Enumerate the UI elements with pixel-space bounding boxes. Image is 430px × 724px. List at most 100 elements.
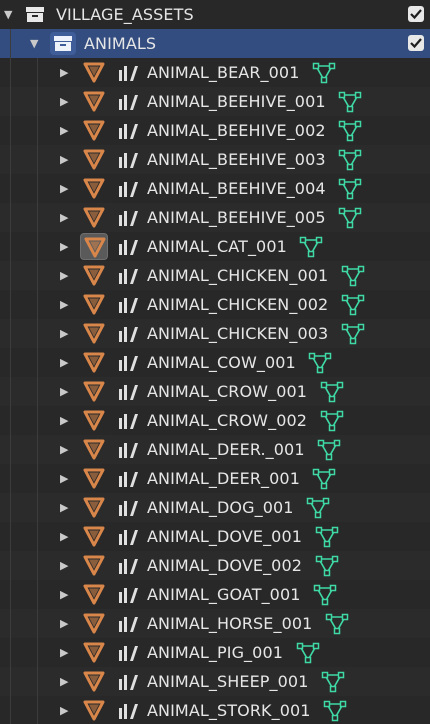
- disclosure-triangle-right-icon[interactable]: ▶: [60, 551, 68, 580]
- modifier-wrench-icon[interactable]: [118, 324, 140, 344]
- disclosure-triangle-right-icon[interactable]: ▶: [60, 493, 68, 522]
- mesh-object-icon[interactable]: [81, 495, 107, 520]
- mesh-data-icon[interactable]: [306, 497, 330, 519]
- disclosure-triangle-right-icon[interactable]: ▶: [60, 203, 68, 232]
- disclosure-triangle-right-icon[interactable]: ▶: [60, 667, 68, 696]
- modifier-wrench-icon[interactable]: [118, 701, 140, 721]
- disclosure-triangle-right-icon[interactable]: ▶: [60, 580, 68, 609]
- mesh-object-icon[interactable]: [81, 611, 107, 636]
- mesh-object-icon[interactable]: [81, 176, 107, 201]
- disclosure-triangle-right-icon[interactable]: ▶: [60, 290, 68, 319]
- modifier-wrench-icon[interactable]: [118, 92, 140, 112]
- mesh-object-icon[interactable]: [81, 669, 107, 694]
- disclosure-triangle-right-icon[interactable]: ▶: [60, 87, 68, 116]
- modifier-wrench-icon[interactable]: [118, 411, 140, 431]
- disclosure-triangle-right-icon[interactable]: ▶: [60, 435, 68, 464]
- modifier-wrench-icon[interactable]: [118, 295, 140, 315]
- object-row[interactable]: ▶ ANIMAL_DOVE_001: [0, 522, 430, 551]
- disclosure-triangle-right-icon[interactable]: ▶: [60, 348, 68, 377]
- object-row[interactable]: ▶ ANIMAL_DEER_001: [0, 464, 430, 493]
- object-row[interactable]: ▶ ANIMAL_BEEHIVE_004: [0, 174, 430, 203]
- mesh-data-icon[interactable]: [338, 149, 362, 171]
- object-row[interactable]: ▶ ANIMAL_BEAR_001: [0, 58, 430, 87]
- modifier-wrench-icon[interactable]: [118, 150, 140, 170]
- mesh-object-icon[interactable]: [81, 466, 107, 491]
- object-row[interactable]: ▶ ANIMAL_CROW_001: [0, 377, 430, 406]
- modifier-wrench-icon[interactable]: [118, 440, 140, 460]
- disclosure-triangle-right-icon[interactable]: ▶: [60, 174, 68, 203]
- mesh-data-icon[interactable]: [313, 584, 337, 606]
- modifier-wrench-icon[interactable]: [118, 527, 140, 547]
- collection-row-animals[interactable]: ▼ ANIMALS: [0, 29, 430, 58]
- disclosure-triangle-right-icon[interactable]: ▶: [60, 261, 68, 290]
- mesh-data-icon[interactable]: [312, 468, 336, 490]
- mesh-data-icon[interactable]: [299, 236, 323, 258]
- mesh-data-icon[interactable]: [323, 700, 347, 722]
- mesh-data-icon[interactable]: [338, 178, 362, 200]
- mesh-data-icon[interactable]: [338, 91, 362, 113]
- modifier-wrench-icon[interactable]: [118, 208, 140, 228]
- disclosure-triangle-right-icon[interactable]: ▶: [60, 116, 68, 145]
- modifier-wrench-icon[interactable]: [118, 237, 140, 257]
- mesh-data-icon[interactable]: [296, 642, 320, 664]
- disclosure-triangle-right-icon[interactable]: ▶: [60, 609, 68, 638]
- object-row[interactable]: ▶ ANIMAL_SHEEP_001: [0, 667, 430, 696]
- mesh-data-icon[interactable]: [317, 439, 341, 461]
- mesh-object-icon[interactable]: [81, 263, 107, 288]
- modifier-wrench-icon[interactable]: [118, 672, 140, 692]
- mesh-data-icon[interactable]: [320, 410, 344, 432]
- mesh-object-icon[interactable]: [81, 118, 107, 143]
- disclosure-triangle-right-icon[interactable]: ▶: [60, 522, 68, 551]
- disclosure-triangle-right-icon[interactable]: ▶: [60, 319, 68, 348]
- object-row[interactable]: ▶ ANIMAL_HORSE_001: [0, 609, 430, 638]
- object-row[interactable]: ▶ ANIMAL_BEEHIVE_003: [0, 145, 430, 174]
- object-row[interactable]: ▶ ANIMAL_DOVE_002: [0, 551, 430, 580]
- modifier-wrench-icon[interactable]: [118, 643, 140, 663]
- disclosure-triangle-right-icon[interactable]: ▶: [60, 232, 68, 261]
- mesh-object-icon[interactable]: [81, 292, 107, 317]
- mesh-object-icon[interactable]: [81, 379, 107, 404]
- mesh-object-icon[interactable]: [81, 553, 107, 578]
- modifier-wrench-icon[interactable]: [118, 266, 140, 286]
- mesh-data-icon[interactable]: [341, 265, 365, 287]
- modifier-wrench-icon[interactable]: [118, 179, 140, 199]
- object-row[interactable]: ▶ ANIMAL_DEER._001: [0, 435, 430, 464]
- mesh-object-icon[interactable]: [81, 147, 107, 172]
- disclosure-triangle-down-icon[interactable]: ▼: [30, 29, 38, 58]
- exclude-checkbox[interactable]: [408, 6, 424, 22]
- object-row[interactable]: ▶ ANIMAL_CHICKEN_002: [0, 290, 430, 319]
- disclosure-triangle-right-icon[interactable]: ▶: [60, 58, 68, 87]
- modifier-wrench-icon[interactable]: [118, 469, 140, 489]
- disclosure-triangle-right-icon[interactable]: ▶: [60, 145, 68, 174]
- mesh-data-icon[interactable]: [315, 526, 339, 548]
- disclosure-triangle-right-icon[interactable]: ▶: [60, 696, 68, 724]
- object-row[interactable]: ▶ ANIMAL_CHICKEN_001: [0, 261, 430, 290]
- modifier-wrench-icon[interactable]: [118, 353, 140, 373]
- mesh-data-icon[interactable]: [315, 555, 339, 577]
- object-row[interactable]: ▶ ANIMAL_BEEHIVE_005: [0, 203, 430, 232]
- mesh-data-icon[interactable]: [325, 613, 349, 635]
- modifier-wrench-icon[interactable]: [118, 382, 140, 402]
- object-row[interactable]: ▶ ANIMAL_CAT_001: [0, 232, 430, 261]
- collection-row-village-assets[interactable]: ▼ VILLAGE_ASSETS: [0, 0, 430, 29]
- mesh-object-icon[interactable]: [81, 437, 107, 462]
- object-row[interactable]: ▶ ANIMAL_STORK_001: [0, 696, 430, 724]
- modifier-wrench-icon[interactable]: [118, 121, 140, 141]
- mesh-object-icon[interactable]: [81, 350, 107, 375]
- mesh-object-icon[interactable]: [80, 233, 108, 260]
- object-row[interactable]: ▶ ANIMAL_BEEHIVE_001: [0, 87, 430, 116]
- disclosure-triangle-right-icon[interactable]: ▶: [60, 464, 68, 493]
- mesh-data-icon[interactable]: [341, 294, 365, 316]
- object-row[interactable]: ▶ ANIMAL_CROW_002: [0, 406, 430, 435]
- modifier-wrench-icon[interactable]: [118, 63, 140, 83]
- mesh-data-icon[interactable]: [320, 381, 344, 403]
- object-row[interactable]: ▶ ANIMAL_CHICKEN_003: [0, 319, 430, 348]
- mesh-object-icon[interactable]: [81, 640, 107, 665]
- modifier-wrench-icon[interactable]: [118, 556, 140, 576]
- mesh-object-icon[interactable]: [81, 321, 107, 346]
- mesh-object-icon[interactable]: [81, 408, 107, 433]
- disclosure-triangle-right-icon[interactable]: ▶: [60, 377, 68, 406]
- disclosure-triangle-right-icon[interactable]: ▶: [60, 638, 68, 667]
- object-row[interactable]: ▶ ANIMAL_BEEHIVE_002: [0, 116, 430, 145]
- mesh-object-icon[interactable]: [81, 60, 107, 85]
